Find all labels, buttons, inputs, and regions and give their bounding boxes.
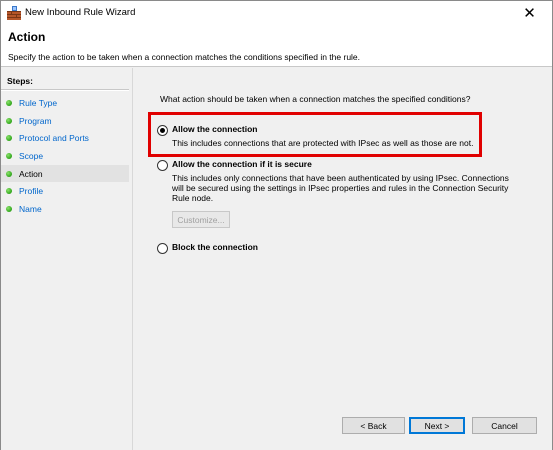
option-title[interactable]: Block the connection [172,242,258,252]
steps-divider [1,90,129,91]
page-description: Specify the action to be taken when a co… [8,52,361,62]
steps-sidebar: Steps: Rule Type Program Protocol and Po… [1,68,132,450]
step-label: Action [19,168,43,179]
step-label: Name [19,203,42,214]
step-label: Profile [19,185,44,196]
page-header: Action Specify the action to be taken wh… [1,25,552,67]
step-name[interactable]: Name [1,200,129,217]
customize-button[interactable]: Customize... [172,211,230,228]
step-dot-icon [6,205,12,212]
option-description: This includes only connections that have… [172,173,509,203]
allow-secure-radio[interactable] [157,160,168,171]
window-title: New Inbound Rule Wizard [25,7,136,18]
step-dot-icon [6,170,12,177]
back-button[interactable]: < Back [342,417,405,434]
step-label: Scope [19,150,44,161]
step-rule-type[interactable]: Rule Type [1,94,129,111]
selection-highlight [148,112,482,157]
close-button[interactable]: ✕ [507,1,552,25]
step-profile[interactable]: Profile [1,182,129,199]
firewall-icon [7,6,21,20]
step-dot-icon [6,134,12,141]
step-label: Protocol and Ports [19,132,89,143]
step-scope[interactable]: Scope [1,147,129,164]
cancel-button[interactable]: Cancel [472,417,537,434]
block-radio[interactable] [157,243,168,254]
step-label: Rule Type [19,97,58,108]
title-bar[interactable]: New Inbound Rule Wizard ✕ [1,1,552,25]
step-program[interactable]: Program [1,112,129,129]
next-button[interactable]: Next > [409,417,465,434]
step-dot-icon [6,187,12,194]
step-action[interactable]: Action [1,165,129,182]
step-label: Program [19,115,52,126]
close-icon: ✕ [523,5,536,22]
step-dot-icon [6,99,12,106]
step-dot-icon [6,152,12,159]
action-question: What action should be taken when a conne… [160,94,471,104]
step-dot-icon [6,117,12,124]
step-protocol-and-ports[interactable]: Protocol and Ports [1,129,129,146]
wizard-window: New Inbound Rule Wizard ✕ Action Specify… [0,0,553,450]
option-title[interactable]: Allow the connection if it is secure [172,159,312,169]
page-title: Action [8,30,46,44]
steps-label: Steps: [7,76,33,86]
